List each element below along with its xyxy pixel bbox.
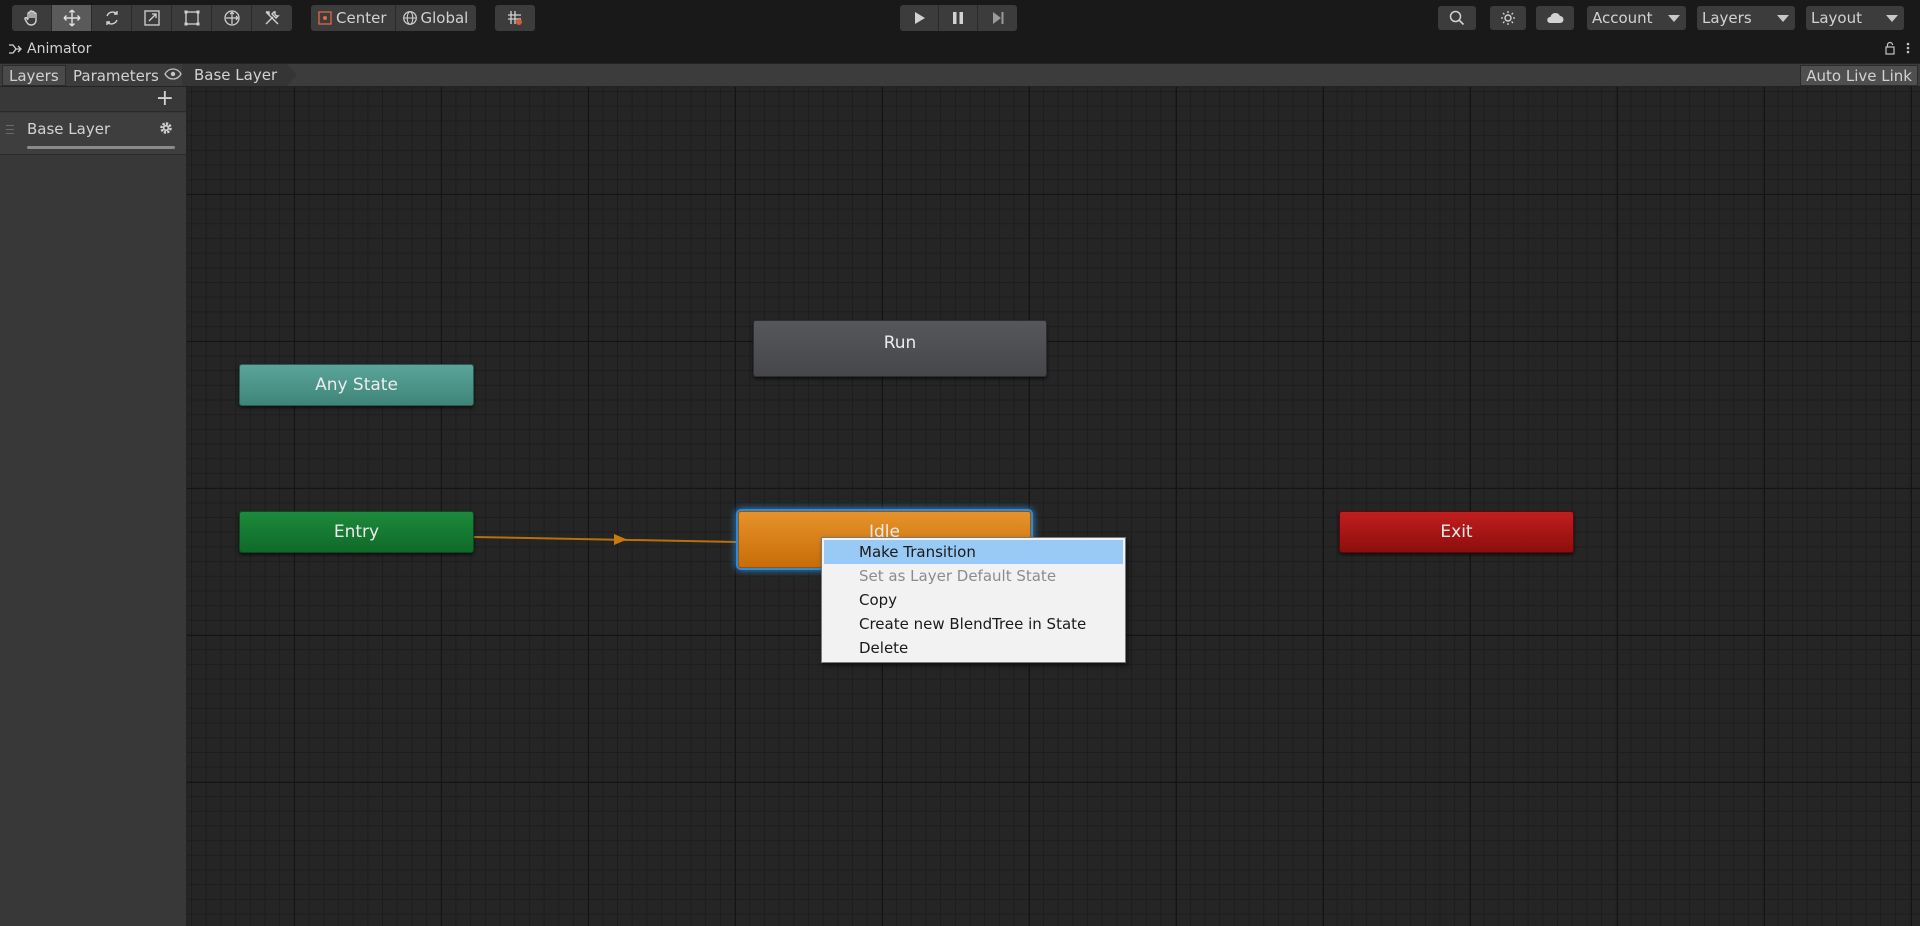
cloud-icon [1547, 12, 1564, 23]
layer-weight-bar[interactable] [27, 146, 175, 149]
hand-tool-button[interactable] [12, 5, 52, 31]
playback-group [900, 5, 1017, 31]
tab-parameters[interactable]: Parameters [67, 65, 165, 86]
rect-tool-button[interactable] [172, 5, 212, 31]
chevron-down-icon [1886, 14, 1898, 22]
animator-subbar: Layers Parameters Base Layer Auto Live L… [0, 63, 1920, 87]
globe-icon [402, 11, 417, 25]
layer-name: Base Layer [27, 120, 111, 138]
state-context-menu: Make Transition Set as Layer Default Sta… [821, 537, 1126, 663]
window-title-label: Animator [27, 41, 92, 57]
menu-item-create-blendtree[interactable]: Create new BlendTree in State [824, 612, 1123, 636]
rect-icon [184, 10, 199, 26]
pivot-label: Center [336, 9, 387, 27]
pause-button[interactable] [939, 5, 978, 31]
state-any-state[interactable]: Any State [239, 364, 474, 406]
cloud-button[interactable] [1536, 6, 1574, 30]
transition-arrow-icon [614, 534, 627, 545]
pivot-group: Center Global [311, 5, 477, 31]
layout-dropdown[interactable]: Layout [1806, 6, 1904, 30]
window-controls [1884, 41, 1910, 55]
custom-tool-button[interactable] [252, 5, 292, 31]
snap-group [495, 5, 535, 31]
layers-panel: + Base Layer [0, 87, 187, 926]
move-tool-button[interactable] [52, 5, 92, 31]
animator-window-tab: Animator [0, 37, 1920, 63]
transform-tools-group [12, 5, 292, 31]
state-machine-graph[interactable]: Any State Entry Run Idle Exit [187, 87, 1920, 926]
step-icon [992, 12, 1003, 24]
layer-item[interactable]: Base Layer [0, 113, 186, 155]
services-button[interactable] [1490, 6, 1526, 30]
rotate-icon [105, 11, 118, 25]
step-button[interactable] [978, 5, 1017, 31]
gear-icon[interactable] [158, 120, 174, 136]
space-label: Global [420, 9, 469, 27]
auto-live-link-button[interactable]: Auto Live Link [1800, 65, 1918, 86]
account-dropdown[interactable]: Account [1587, 6, 1686, 30]
layers-dropdown-label: Layers [1702, 9, 1752, 27]
move-icon [63, 9, 80, 27]
account-label: Account [1592, 9, 1653, 27]
grid-snap-icon [508, 11, 522, 25]
search-icon [1449, 10, 1465, 26]
scale-tool-button[interactable] [132, 5, 172, 31]
scale-icon [143, 10, 160, 26]
animator-icon [9, 44, 22, 54]
search-button[interactable] [1438, 6, 1476, 30]
space-global-button[interactable]: Global [396, 5, 477, 31]
chevron-down-icon [1668, 14, 1680, 22]
pause-icon [953, 12, 963, 24]
entry-to-idle-transition[interactable] [473, 536, 739, 543]
pivot-center-button[interactable]: Center [311, 5, 396, 31]
tools-icon [265, 11, 280, 25]
hand-icon [23, 10, 37, 26]
add-layer-button[interactable]: + [156, 88, 174, 110]
drag-handle-icon[interactable] [6, 125, 14, 137]
window-title[interactable]: Animator [8, 41, 91, 57]
state-exit[interactable]: Exit [1339, 511, 1574, 553]
main-toolbar: Center Global Account Layers Layout [0, 0, 1920, 37]
grid-snap-button[interactable] [495, 5, 535, 31]
layers-panel-header: + [0, 87, 186, 112]
transform-icon [223, 10, 240, 26]
breadcrumb[interactable]: Base Layer [182, 64, 298, 86]
layers-dropdown[interactable]: Layers [1697, 6, 1795, 30]
layout-label: Layout [1811, 9, 1862, 27]
menu-item-set-default-state: Set as Layer Default State [859, 567, 1057, 585]
transition-layer [473, 534, 739, 545]
pivot-icon [318, 11, 332, 25]
state-entry[interactable]: Entry [239, 511, 474, 553]
menu-item-copy[interactable]: Copy [824, 588, 1123, 612]
transform-tool-button[interactable] [212, 5, 252, 31]
chevron-down-icon [1777, 14, 1789, 22]
more-options-icon[interactable] [1906, 41, 1910, 55]
rotate-tool-button[interactable] [92, 5, 132, 31]
play-button[interactable] [900, 5, 939, 31]
lock-icon[interactable] [1884, 41, 1896, 55]
eye-icon[interactable] [164, 67, 182, 81]
menu-item-make-transition[interactable]: Make Transition [824, 540, 1123, 564]
tab-layers[interactable]: Layers [2, 65, 66, 86]
play-icon [915, 12, 925, 24]
menu-item-delete[interactable]: Delete [824, 636, 1123, 660]
breadcrumb-label: Base Layer [194, 66, 278, 84]
state-run[interactable]: Run [753, 320, 1047, 377]
services-icon [1501, 11, 1515, 25]
